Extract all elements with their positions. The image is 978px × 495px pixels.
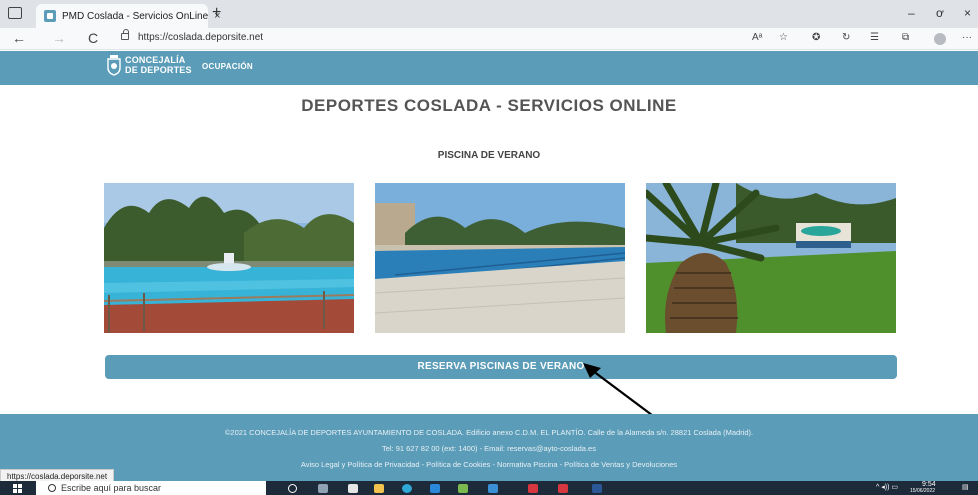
footer-address: ©2021 CONCEJALÍA DE DEPORTES AYUNTAMIENT… xyxy=(224,428,754,437)
search-icon xyxy=(48,484,56,492)
footer-links[interactable]: Aviso Legal y Política de Privacidad - P… xyxy=(0,460,978,469)
browser-toolbar: ← → C https://coslada.deporsite.net Aᵃ ☆… xyxy=(0,28,978,50)
forward-button[interactable]: → xyxy=(52,30,66,46)
pdf-icon-2[interactable] xyxy=(558,484,568,493)
favorites-icon[interactable]: ☰ xyxy=(870,32,879,43)
restore-button[interactable]: ơ xyxy=(936,6,944,20)
store-icon[interactable] xyxy=(348,484,358,493)
pool-photo-lanes xyxy=(375,183,625,333)
taskbar-search-placeholder: Escribe aquí para buscar xyxy=(61,483,162,493)
start-button[interactable] xyxy=(13,484,22,493)
add-favorite-icon[interactable]: ☆ xyxy=(779,32,788,43)
pool-photo-palm xyxy=(646,183,896,333)
clock-date[interactable]: 15/06/2022 xyxy=(910,488,935,494)
app-icon-1[interactable] xyxy=(430,484,440,493)
browser-tab[interactable]: PMD Coslada - Servicios OnLine × xyxy=(36,4,221,28)
pool-photo-fountain xyxy=(104,183,354,333)
mail-icon[interactable] xyxy=(488,484,498,493)
task-view-icon[interactable] xyxy=(318,484,328,493)
profile-avatar[interactable] xyxy=(934,33,946,45)
system-tray-icons[interactable]: ^ ◂)) ▭ xyxy=(876,483,898,491)
window-close-button[interactable]: × xyxy=(964,6,971,20)
taskbar-search[interactable]: Escribe aquí para buscar xyxy=(36,481,266,495)
address-bar[interactable]: https://coslada.deporsite.net xyxy=(138,32,263,43)
nav-ocupacion[interactable]: OCUPACIÓN xyxy=(202,62,253,71)
word-icon[interactable] xyxy=(592,484,602,493)
app-icon-2[interactable] xyxy=(458,484,468,493)
reserve-pools-button[interactable]: RESERVA PISCINAS DE VERANO xyxy=(105,355,897,379)
tab-actions-icon[interactable] xyxy=(8,7,22,19)
more-icon[interactable]: ··· xyxy=(962,32,972,43)
pdf-icon-1[interactable] xyxy=(528,484,538,493)
extension-icon[interactable]: ✪ xyxy=(812,32,820,43)
refresh-button[interactable]: C xyxy=(88,30,98,46)
file-explorer-icon[interactable] xyxy=(374,484,384,493)
back-button[interactable]: ← xyxy=(12,30,26,46)
new-tab-button[interactable]: + xyxy=(212,5,221,21)
read-aloud-icon[interactable]: Aᵃ xyxy=(752,32,762,43)
section-title: PISCINA DE VERANO xyxy=(437,150,541,161)
windows-taskbar: Escribe aquí para buscar ^ ◂)) ▭ 9:54 15… xyxy=(0,481,978,495)
site-footer: ©2021 CONCEJALÍA DE DEPORTES AYUNTAMIENT… xyxy=(0,414,978,481)
logo-text: CONCEJALÍA DE DEPORTES xyxy=(125,55,192,75)
page-title: DEPORTES COSLADA - SERVICIOS ONLINE xyxy=(301,96,677,115)
clock-time[interactable]: 9:54 xyxy=(922,481,936,488)
browser-tabstrip: PMD Coslada - Servicios OnLine × + – ơ × xyxy=(0,0,978,28)
lock-icon[interactable] xyxy=(121,29,129,40)
logo-line-2: DE DEPORTES xyxy=(125,65,192,75)
crest-icon xyxy=(106,54,122,76)
logo-line-1: CONCEJALÍA xyxy=(125,55,186,65)
site-logo[interactable]: CONCEJALÍA DE DEPORTES xyxy=(106,54,192,76)
cortana-icon[interactable] xyxy=(288,484,297,493)
edge-icon[interactable] xyxy=(402,484,412,493)
minimize-button[interactable]: – xyxy=(908,6,915,20)
notifications-icon[interactable]: ▤ xyxy=(962,483,969,491)
site-header: CONCEJALÍA DE DEPORTES OCUPACIÓN xyxy=(0,51,978,85)
collections-icon[interactable]: ⧉ xyxy=(902,32,909,43)
footer-contact: Tel: 91 627 82 00 (ext: 1400) - Email: r… xyxy=(382,444,596,453)
site-favicon-icon xyxy=(44,10,56,22)
tab-title: PMD Coslada - Servicios OnLine xyxy=(62,10,209,22)
refresh-page-icon[interactable]: ↻ xyxy=(842,32,850,43)
